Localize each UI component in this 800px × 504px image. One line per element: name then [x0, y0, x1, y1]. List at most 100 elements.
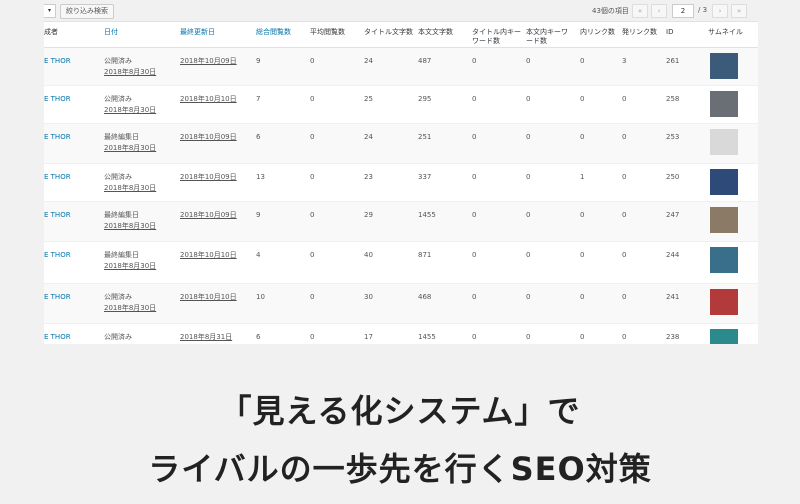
row-date-cell: 公開済み 2018年8月30日 — [104, 172, 156, 194]
row-body-keywords: 0 — [526, 251, 531, 259]
row-inner-links: 0 — [580, 57, 585, 65]
row-status: 公開済み — [104, 173, 132, 181]
row-id: 241 — [666, 293, 680, 301]
col-thumbnail: サムネイル — [708, 28, 743, 36]
row-author[interactable]: E THOR — [44, 56, 71, 67]
next-page-button[interactable]: › — [712, 4, 728, 18]
row-body-chars: 251 — [418, 133, 432, 141]
row-avg-views: 0 — [310, 293, 315, 301]
col-title-keywords[interactable]: タイトル内キーワード数 — [472, 28, 524, 46]
row-date-cell: 最終編集日 2018年8月30日 — [104, 210, 156, 232]
row-thumbnail — [710, 53, 738, 79]
page: ▾ 絞り込み検索 43個の項目 « ‹ 2 / 3 › » 成者 日付 最終更新… — [0, 0, 800, 504]
row-avg-views: 0 — [310, 57, 315, 65]
row-thumbnail — [710, 329, 738, 344]
row-inner-links: 0 — [580, 211, 585, 219]
row-author[interactable]: E THOR — [44, 172, 71, 183]
row-title-chars: 23 — [364, 173, 373, 181]
row-date: 2018年8月30日 — [104, 106, 157, 114]
table-row[interactable]: E THOR 2018年10月09日 9 0 24 487 0 0 0 3 261 公開済み 2018年… — [44, 48, 758, 86]
row-title-keywords: 0 — [472, 173, 477, 181]
row-status: 最終編集日 — [104, 251, 139, 259]
row-inner-links: 0 — [580, 95, 585, 103]
row-status: 公開済み — [104, 95, 132, 103]
col-date[interactable]: 日付 — [104, 28, 118, 37]
row-outbound-links: 0 — [622, 173, 627, 181]
row-avg-views: 0 — [310, 211, 315, 219]
row-avg-views: 0 — [310, 95, 315, 103]
caption-line-1: 「見える化システム」で — [219, 392, 581, 430]
col-total-views[interactable]: 総合閲覧数 — [256, 28, 291, 37]
row-status: 最終編集日 — [104, 211, 139, 219]
row-thumbnail — [710, 129, 738, 155]
col-title-chars[interactable]: タイトル文字数 — [364, 28, 416, 37]
row-title-chars: 25 — [364, 95, 373, 103]
col-author[interactable]: 成者 — [44, 28, 58, 37]
row-body-keywords: 0 — [526, 211, 531, 219]
col-outbound-links[interactable]: 発リンク数 — [622, 28, 657, 37]
row-author[interactable]: E THOR — [44, 94, 71, 105]
row-outbound-links: 0 — [622, 95, 627, 103]
bulk-action-dropdown[interactable]: ▾ — [44, 4, 56, 18]
row-thumbnail — [710, 247, 738, 273]
table-row[interactable]: E THOR 2018年10月09日 6 0 24 251 0 0 0 0 253 最終編集日 2018… — [44, 124, 758, 164]
row-id: 253 — [666, 133, 680, 141]
filter-button[interactable]: 絞り込み検索 — [60, 4, 114, 19]
row-updated: 2018年10月09日 — [180, 133, 237, 141]
row-status: 公開済み — [104, 293, 132, 301]
col-avg-views[interactable]: 平均閲覧数 — [310, 28, 345, 37]
caption-line-2: ライバルの一歩先を行くSEO対策 — [148, 450, 652, 488]
row-author[interactable]: E THOR — [44, 250, 71, 261]
row-avg-views: 0 — [310, 333, 315, 341]
row-date-cell: 公開済み 2018年8月30日 — [104, 292, 156, 314]
row-inner-links: 0 — [580, 133, 585, 141]
table-row[interactable]: E THOR 2018年10月09日 9 0 29 1455 0 0 0 0 247 最終編集日 201… — [44, 202, 758, 242]
row-total-views: 9 — [256, 211, 261, 219]
table-toolbar: ▾ 絞り込み検索 43個の項目 « ‹ 2 / 3 › » — [44, 0, 758, 22]
table-row[interactable]: E THOR 2018年10月10日 7 0 25 295 0 0 0 0 258 公開済み 2018年… — [44, 86, 758, 124]
table-row[interactable]: E THOR 2018年10月10日 4 0 40 871 0 0 0 0 244 最終編集日 2018… — [44, 242, 758, 284]
row-total-views: 4 — [256, 251, 261, 259]
row-inner-links: 0 — [580, 333, 585, 341]
row-outbound-links: 0 — [622, 211, 627, 219]
row-updated: 2018年10月09日 — [180, 173, 237, 181]
row-title-keywords: 0 — [472, 95, 477, 103]
row-body-chars: 487 — [418, 57, 432, 65]
row-total-views: 6 — [256, 133, 261, 141]
table-row[interactable]: E THOR 2018年10月10日 10 0 30 468 0 0 0 0 241 公開済み 2018… — [44, 284, 758, 324]
row-title-chars: 17 — [364, 333, 373, 341]
caption-banner: 「見える化システム」で ライバルの一歩先を行くSEO対策 — [0, 344, 800, 504]
row-author[interactable]: E THOR — [44, 332, 71, 343]
col-updated[interactable]: 最終更新日 — [180, 28, 215, 37]
row-avg-views: 0 — [310, 173, 315, 181]
row-id: 244 — [666, 251, 680, 259]
col-inner-links[interactable]: 内リンク数 — [580, 28, 615, 37]
table-row[interactable]: E THOR 2018年10月09日 13 0 23 337 0 0 1 0 250 公開済み 2018… — [44, 164, 758, 202]
row-updated: 2018年10月09日 — [180, 211, 237, 219]
row-date-cell: 公開済み 2018年8月30日 — [104, 94, 156, 116]
row-body-chars: 871 — [418, 251, 432, 259]
row-title-chars: 29 — [364, 211, 373, 219]
row-id: 247 — [666, 211, 680, 219]
row-title-keywords: 0 — [472, 57, 477, 65]
row-outbound-links: 0 — [622, 333, 627, 341]
table-row[interactable]: E THOR 2018年8月31日 6 0 17 1455 0 0 0 0 238 公開済み2018年… — [44, 324, 758, 344]
row-id: 238 — [666, 333, 680, 341]
col-body-keywords[interactable]: 本文内キーワード数 — [526, 28, 574, 46]
current-page-input[interactable]: 2 — [672, 4, 694, 18]
row-updated: 2018年10月09日 — [180, 57, 237, 65]
first-page-button[interactable]: « — [632, 4, 648, 18]
row-author[interactable]: E THOR — [44, 292, 71, 303]
row-author[interactable]: E THOR — [44, 132, 71, 143]
col-id[interactable]: ID — [666, 28, 673, 37]
row-date: 2018年8月30日 — [104, 304, 157, 312]
row-avg-views: 0 — [310, 133, 315, 141]
row-date-cell: 最終編集日 2018年8月30日 — [104, 132, 156, 154]
row-body-keywords: 0 — [526, 173, 531, 181]
table-header: 成者 日付 最終更新日 総合閲覧数 平均閲覧数 タイトル文字数 本文文字数 タイ… — [44, 22, 758, 48]
row-author[interactable]: E THOR — [44, 210, 71, 221]
col-body-chars[interactable]: 本文文字数 — [418, 28, 453, 37]
last-page-button[interactable]: » — [731, 4, 747, 18]
row-body-chars: 337 — [418, 173, 432, 181]
prev-page-button[interactable]: ‹ — [651, 4, 667, 18]
